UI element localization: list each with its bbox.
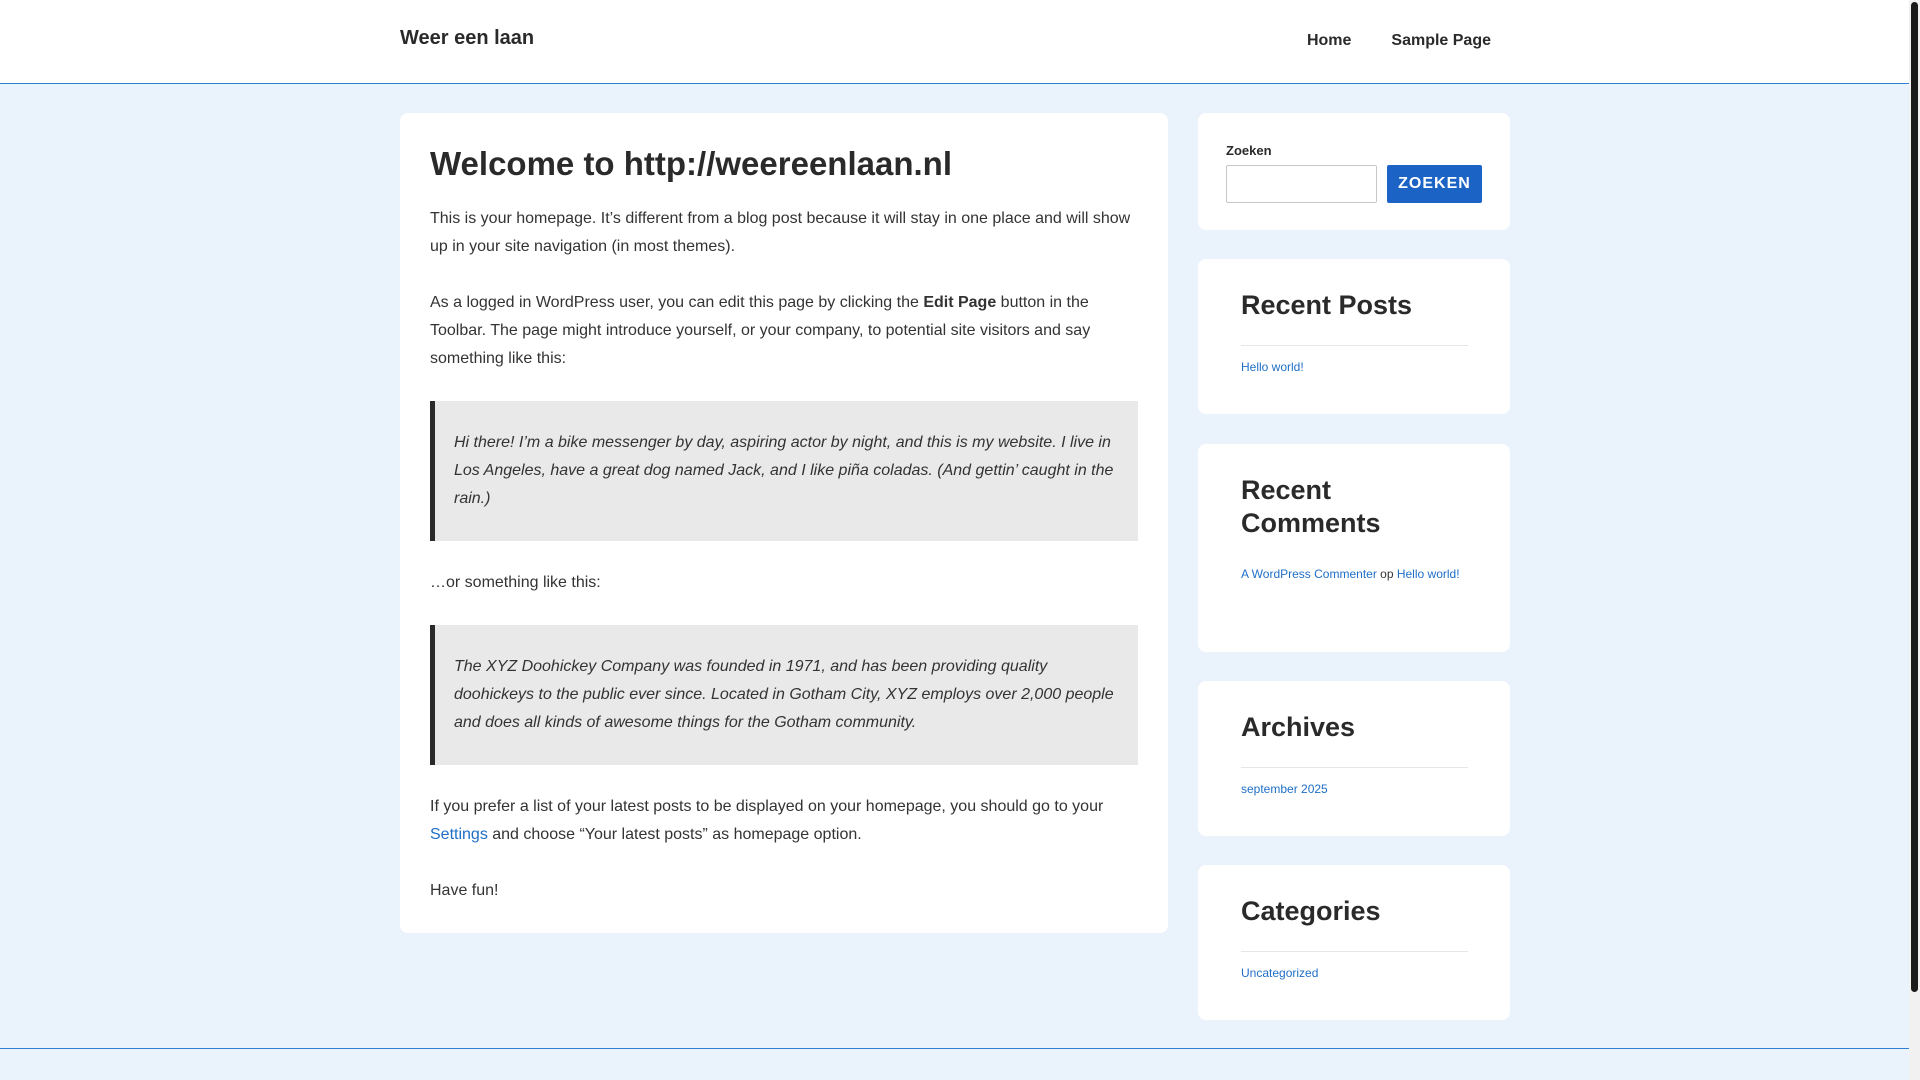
- vertical-scrollbar[interactable]: [1909, 0, 1920, 1080]
- page-title: Welcome to http://weereenlaan.nl: [430, 145, 952, 182]
- intro-paragraph: This is your homepage. It’s different fr…: [430, 209, 1131, 255]
- list-item: Hello world!: [1241, 356, 1468, 379]
- list-item: Uncategorized: [1241, 962, 1468, 985]
- category-link[interactable]: Uncategorized: [1241, 966, 1318, 980]
- divider: [1241, 767, 1468, 768]
- edit-page-paragraph: As a logged in WordPress user, you can e…: [430, 289, 1138, 373]
- search-label: Zoeken: [1226, 143, 1272, 158]
- blockquote-bike-messenger: Hi there! I’m a bike messenger by day, a…: [430, 400, 1138, 541]
- archive-link[interactable]: september 2025: [1241, 782, 1328, 796]
- categories-title: Categories: [1241, 896, 1381, 926]
- page-content-card: Welcome to http://weereenlaan.nl This is…: [400, 113, 1168, 933]
- settings-link[interactable]: Settings: [430, 826, 488, 843]
- blockquote-doohickey: The XYZ Doohickey Company was founded in…: [430, 624, 1138, 765]
- recent-comments-widget: Recent Comments A WordPress Commenter op…: [1198, 444, 1510, 652]
- categories-widget: Categories Uncategorized: [1198, 865, 1510, 1020]
- nav-item-sample-page[interactable]: Sample Page: [1391, 32, 1491, 50]
- comment-joiner: op: [1376, 567, 1397, 581]
- comment-author-link[interactable]: A WordPress Commenter: [1241, 567, 1377, 581]
- search-row: ZOEKEN: [1226, 165, 1482, 203]
- recent-comments-title: Recent Comments: [1241, 475, 1381, 538]
- search-button[interactable]: ZOEKEN: [1387, 165, 1482, 203]
- settings-text-after: and choose “Your latest posts” as homepa…: [487, 825, 862, 843]
- archives-widget: Archives september 2025: [1198, 681, 1510, 836]
- settings-text-before: If you prefer a list of your latest post…: [430, 797, 1104, 815]
- primary-nav: Home Sample Page: [1307, 32, 1491, 50]
- search-input[interactable]: [1226, 165, 1377, 203]
- have-fun-paragraph: Have fun!: [430, 881, 499, 899]
- scrollbar-thumb[interactable]: [1911, 2, 1918, 992]
- recent-posts-widget: Recent Posts Hello world!: [1198, 259, 1510, 414]
- edit-page-bold: Edit Page: [923, 293, 997, 311]
- settings-paragraph: If you prefer a list of your latest post…: [430, 793, 1138, 849]
- search-widget: Zoeken ZOEKEN: [1198, 113, 1510, 230]
- divider: [1241, 345, 1468, 346]
- list-item: september 2025: [1241, 778, 1468, 801]
- site-title-link[interactable]: Weer een laan: [400, 27, 534, 50]
- recent-post-link[interactable]: Hello world!: [1241, 360, 1304, 374]
- list-item: A WordPress Commenter op Hello world!: [1241, 563, 1468, 586]
- or-something-paragraph: …or something like this:: [430, 573, 601, 591]
- site-header: Weer een laan Home Sample Page: [0, 0, 1909, 84]
- divider: [1241, 951, 1468, 952]
- edit-page-text-before: As a logged in WordPress user, you can e…: [430, 293, 924, 311]
- footer-border: [0, 1048, 1909, 1049]
- nav-item-home[interactable]: Home: [1307, 32, 1351, 50]
- comment-post-link[interactable]: Hello world!: [1397, 567, 1460, 581]
- archives-title: Archives: [1241, 712, 1356, 742]
- recent-posts-title: Recent Posts: [1241, 290, 1413, 320]
